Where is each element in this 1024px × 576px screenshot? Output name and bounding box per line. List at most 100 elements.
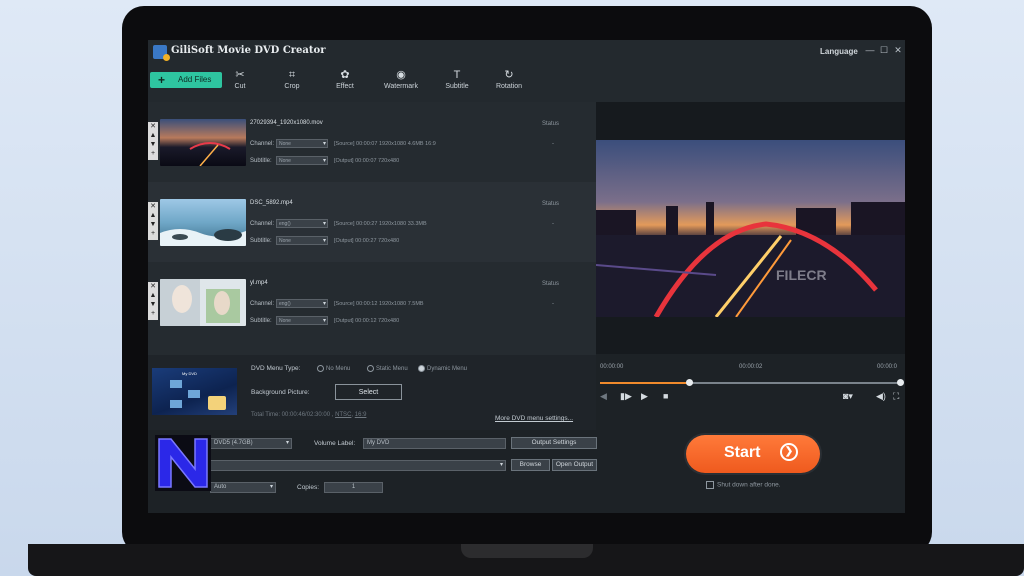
- maximize-icon[interactable]: ☐: [879, 45, 889, 57]
- video-thumbnail[interactable]: [160, 119, 246, 166]
- menu-thumb-title: My DVD: [182, 371, 197, 376]
- rotation-button[interactable]: ↻ Rotation: [484, 68, 534, 90]
- subtitle-select[interactable]: None ▾: [276, 156, 328, 165]
- crop-label: Crop: [284, 83, 300, 90]
- add-icon[interactable]: +: [148, 229, 158, 238]
- more-menu-settings-link[interactable]: More DVD menu settings...: [495, 415, 573, 422]
- move-down-icon[interactable]: ▼: [148, 220, 158, 229]
- disc-type-select[interactable]: DVD5 (4.7GB) ▾: [210, 438, 292, 449]
- step-icon[interactable]: ▮▶: [620, 391, 632, 402]
- move-up-icon[interactable]: ▲: [148, 131, 158, 140]
- radio-icon: [367, 365, 374, 372]
- cut-button[interactable]: ✂ Cut: [215, 68, 265, 90]
- total-time: Total Time: 00:00:46/02:30:00 , NTSC, 16…: [251, 412, 367, 418]
- camera-icon[interactable]: ◙▾: [843, 391, 853, 402]
- menu-preview-thumbnail[interactable]: My DVD: [152, 368, 237, 415]
- effect-button[interactable]: ✿ Effect: [320, 68, 370, 90]
- shutdown-checkbox[interactable]: Shut down after done.: [706, 481, 781, 489]
- toolbar: + Add Files ✂ Cut ⌗ Crop ✿ Effect ◉ Wate…: [148, 64, 905, 102]
- close-icon[interactable]: ✕: [893, 45, 903, 57]
- language-menu[interactable]: Language: [820, 47, 858, 56]
- disc-type-value: DVD5 (4.7GB): [214, 440, 253, 446]
- menu-type-label: DVD Menu Type:: [251, 365, 301, 372]
- remove-icon[interactable]: ✕: [148, 282, 158, 291]
- move-down-icon[interactable]: ▼: [148, 300, 158, 309]
- add-files-label: Add Files: [178, 75, 212, 84]
- fullscreen-icon[interactable]: ⛶: [893, 391, 899, 402]
- video-thumbnail[interactable]: [160, 199, 246, 246]
- chevron-down-icon: ▾: [322, 141, 326, 147]
- app-window: GiliSoft Movie DVD Creator Language — ☐ …: [148, 40, 905, 513]
- video-preview[interactable]: FILECR: [596, 140, 905, 317]
- player-controls: 00:00:00 00:00:02 00:00:0 ◀ ▮▶ ▶ ■ ◙▾ ◀)…: [596, 354, 905, 409]
- file-name: 27029394_1920x1080.mov: [250, 120, 323, 126]
- arrow-right-icon: ❯: [780, 443, 798, 461]
- file-row[interactable]: ✕ ▲ ▼ + 27029394_1920x1080.mov Channel: …: [148, 102, 596, 182]
- checkbox-icon: [706, 481, 714, 489]
- volume-icon[interactable]: ◀): [876, 391, 886, 402]
- watermark-button[interactable]: ◉ Watermark: [376, 68, 426, 90]
- subtitle-select[interactable]: None ▾: [276, 316, 328, 325]
- file-row[interactable]: ✕ ▲ ▼ + DSC_5892.mp4 Channel: eng() ▾ [So…: [148, 182, 596, 262]
- move-up-icon[interactable]: ▲: [148, 291, 158, 300]
- chevron-down-icon: ▾: [322, 221, 326, 227]
- subtitle-label: Subtitle: [445, 83, 469, 90]
- copies-label: Copies:: [297, 484, 320, 491]
- file-name: DSC_5892.mp4: [250, 200, 293, 206]
- source-info: [Source] 00:00:07 1920x1080 4.6MB 16:9: [334, 141, 436, 147]
- start-label: Start: [724, 444, 761, 461]
- radio-dynamic-menu[interactable]: Dynamic Menu: [418, 365, 467, 372]
- subtitle-label: Subtitle:: [250, 318, 272, 324]
- remove-icon[interactable]: ✕: [148, 202, 158, 211]
- menu-thumb-item: [170, 400, 182, 408]
- seek-bar[interactable]: [600, 379, 904, 386]
- subtitle-label: Subtitle:: [250, 158, 272, 164]
- shutdown-label: Shut down after done.: [717, 481, 781, 489]
- open-output-button[interactable]: Open Output: [552, 459, 597, 471]
- radio-no-menu[interactable]: No Menu: [317, 365, 350, 372]
- file-row[interactable]: ✕ ▲ ▼ + yl.mp4 Channel: eng() ▾ [Source] …: [148, 262, 596, 342]
- radio-label: No Menu: [326, 366, 351, 373]
- effect-icon: ✿: [340, 69, 350, 81]
- status-header: Status: [542, 281, 560, 287]
- copies-input[interactable]: 1: [324, 482, 383, 493]
- volume-label-input[interactable]: My DVD: [363, 438, 506, 449]
- aspect-ratio-link[interactable]: 16:9: [355, 412, 367, 418]
- remove-icon[interactable]: ✕: [148, 122, 158, 131]
- output-settings-button[interactable]: Output Settings: [511, 437, 597, 449]
- time-current: 00:00:02: [739, 364, 763, 370]
- menu-thumb-item: [170, 380, 182, 388]
- start-button[interactable]: Start ❯: [686, 435, 820, 473]
- select-background-button[interactable]: Select: [335, 384, 402, 400]
- radio-static-menu[interactable]: Static Menu: [367, 365, 408, 372]
- subtitle-button[interactable]: T Subtitle: [432, 68, 482, 90]
- row-controls: ✕ ▲ ▼ +: [148, 282, 158, 320]
- move-down-icon[interactable]: ▼: [148, 140, 158, 149]
- seek-progress: [600, 382, 688, 384]
- mode-select[interactable]: Auto ▾: [210, 482, 276, 493]
- end-handle[interactable]: [897, 379, 904, 386]
- add-icon[interactable]: +: [148, 309, 158, 318]
- video-thumbnail[interactable]: [160, 279, 246, 326]
- move-up-icon[interactable]: ▲: [148, 211, 158, 220]
- ntsc-link[interactable]: NTSC: [335, 412, 351, 418]
- chevron-down-icon: ▾: [269, 484, 273, 490]
- add-files-button[interactable]: + Add Files: [150, 72, 222, 88]
- previous-icon[interactable]: ◀: [600, 391, 607, 402]
- crop-button[interactable]: ⌗ Crop: [267, 68, 317, 90]
- channel-select[interactable]: None ▾: [276, 139, 328, 148]
- channel-select[interactable]: eng() ▾: [276, 299, 328, 308]
- stop-icon[interactable]: ■: [663, 391, 668, 401]
- cut-label: Cut: [234, 83, 246, 90]
- channel-select[interactable]: eng() ▾: [276, 219, 328, 228]
- minimize-icon[interactable]: —: [865, 45, 875, 57]
- add-icon[interactable]: +: [148, 149, 158, 158]
- play-icon[interactable]: ▶: [641, 391, 648, 402]
- output-path-select[interactable]: ▾: [210, 460, 506, 471]
- browse-button[interactable]: Browse: [511, 459, 550, 471]
- seek-handle[interactable]: [686, 379, 693, 386]
- status-value: -: [552, 221, 554, 227]
- chevron-down-icon: ▾: [322, 238, 326, 244]
- subtitle-select[interactable]: None ▾: [276, 236, 328, 245]
- status-header: Status: [542, 121, 560, 127]
